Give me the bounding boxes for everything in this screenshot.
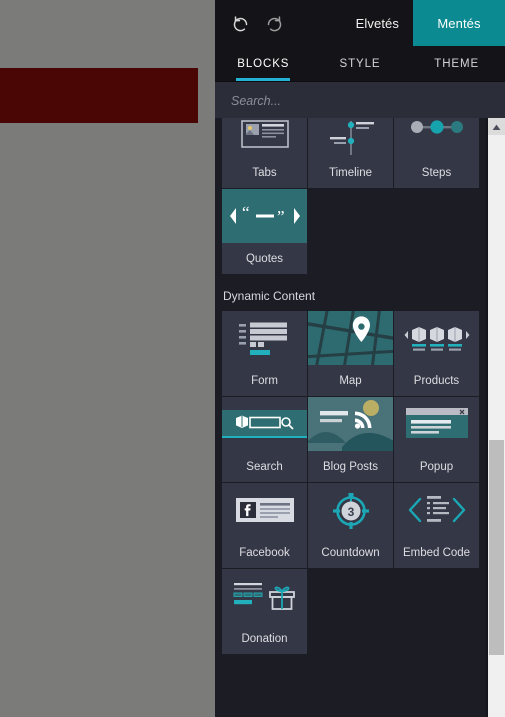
block-tile-form[interactable]: Form (222, 311, 307, 396)
tab-theme[interactable]: THEME (408, 46, 505, 81)
block-list-scroll-area[interactable]: Tabs Timeline Steps “ ” Quotes Dynamic C… (215, 118, 488, 717)
tab-blocks[interactable]: BLOCKS (215, 46, 312, 81)
undo-button[interactable] (223, 0, 257, 46)
save-button[interactable]: Mentés (413, 0, 505, 46)
panel-scrollbar[interactable] (488, 118, 505, 717)
section-title-dynamic-content: Dynamic Content (223, 289, 316, 303)
block-tile-label: Tabs (252, 166, 277, 179)
block-tile-quotes[interactable]: “ ” Quotes (222, 189, 307, 274)
block-tile-label: Popup (419, 460, 454, 473)
popup-thumbnail-icon (394, 397, 479, 451)
block-tile-label: Form (251, 374, 278, 387)
block-tile-label: Facebook (239, 546, 290, 559)
block-grid-dynamic-content: Form Map Products Search Blog Posts Popu… (222, 311, 488, 655)
block-tile-label: Steps (421, 166, 452, 179)
block-tile-blog-posts[interactable]: Blog Posts (308, 397, 393, 482)
products-thumbnail-icon (394, 311, 479, 365)
map-thumbnail-icon (308, 311, 393, 365)
block-tile-label: Search (246, 460, 283, 473)
search-block-thumbnail-icon (222, 397, 307, 451)
svg-text:“: “ (242, 203, 250, 222)
block-tile-tabs[interactable]: Tabs (222, 118, 307, 188)
tabs-thumbnail-icon (222, 118, 307, 157)
scroll-up-button[interactable] (488, 118, 505, 135)
panel-tabs: BLOCKS STYLE THEME (215, 46, 505, 82)
block-tile-map[interactable]: Map (308, 311, 393, 396)
block-tile-donation[interactable]: Donation (222, 569, 307, 654)
facebook-thumbnail-icon (222, 483, 307, 537)
discard-button[interactable]: Elvetés (342, 0, 413, 46)
search-bar[interactable] (215, 82, 505, 119)
scroll-thumb[interactable] (489, 440, 504, 655)
block-tile-facebook[interactable]: Facebook (222, 483, 307, 568)
block-row-quotes: “ ” Quotes (222, 189, 488, 275)
block-tile-label: Donation (241, 632, 288, 645)
editor-topbar: Elvetés Mentés (215, 0, 505, 46)
donation-thumbnail-icon (222, 569, 307, 623)
block-tile-countdown[interactable]: 3 Countdown (308, 483, 393, 568)
form-thumbnail-icon (222, 311, 307, 365)
search-input[interactable] (229, 92, 491, 109)
canvas-gutter (198, 0, 215, 717)
page-canvas[interactable] (0, 0, 198, 717)
block-tile-label: Products (413, 374, 460, 387)
block-tile-label: Quotes (245, 252, 284, 265)
page-section-band[interactable] (0, 68, 198, 123)
block-tile-timeline[interactable]: Timeline (308, 118, 393, 188)
block-tile-label: Embed Code (402, 546, 471, 559)
blog-posts-thumbnail-icon (308, 397, 393, 451)
redo-button[interactable] (257, 0, 291, 46)
undo-arrow-icon (232, 15, 249, 32)
tab-style[interactable]: STYLE (312, 46, 409, 81)
timeline-thumbnail-icon (308, 118, 393, 157)
editor-panel: Elvetés Mentés BLOCKS STYLE THEME Search… (215, 0, 505, 717)
steps-thumbnail-icon (394, 118, 479, 157)
redo-arrow-icon (266, 15, 283, 32)
block-tile-label: Countdown (321, 546, 380, 559)
block-tile-label: Map (339, 374, 362, 387)
block-tile-popup[interactable]: Popup (394, 397, 479, 482)
block-tile-steps[interactable]: Steps (394, 118, 479, 188)
block-tile-embed-code[interactable]: Embed Code (394, 483, 479, 568)
block-tile-search[interactable]: Search (222, 397, 307, 482)
scroll-up-arrow-icon (492, 118, 501, 136)
countdown-thumbnail-icon: 3 (308, 483, 393, 537)
svg-text:”: ” (277, 207, 285, 226)
screen-root: Elvetés Mentés BLOCKS STYLE THEME Search… (0, 0, 505, 717)
svg-text:3: 3 (347, 505, 354, 519)
block-tile-label: Timeline (328, 166, 373, 179)
block-tile-label: Blog Posts (323, 460, 378, 473)
block-tile-products[interactable]: Products (394, 311, 479, 396)
block-row-clipped: Tabs Timeline Steps (222, 118, 488, 189)
embed-code-thumbnail-icon (394, 483, 479, 537)
quotes-carousel-thumbnail-icon: “ ” (222, 189, 307, 243)
